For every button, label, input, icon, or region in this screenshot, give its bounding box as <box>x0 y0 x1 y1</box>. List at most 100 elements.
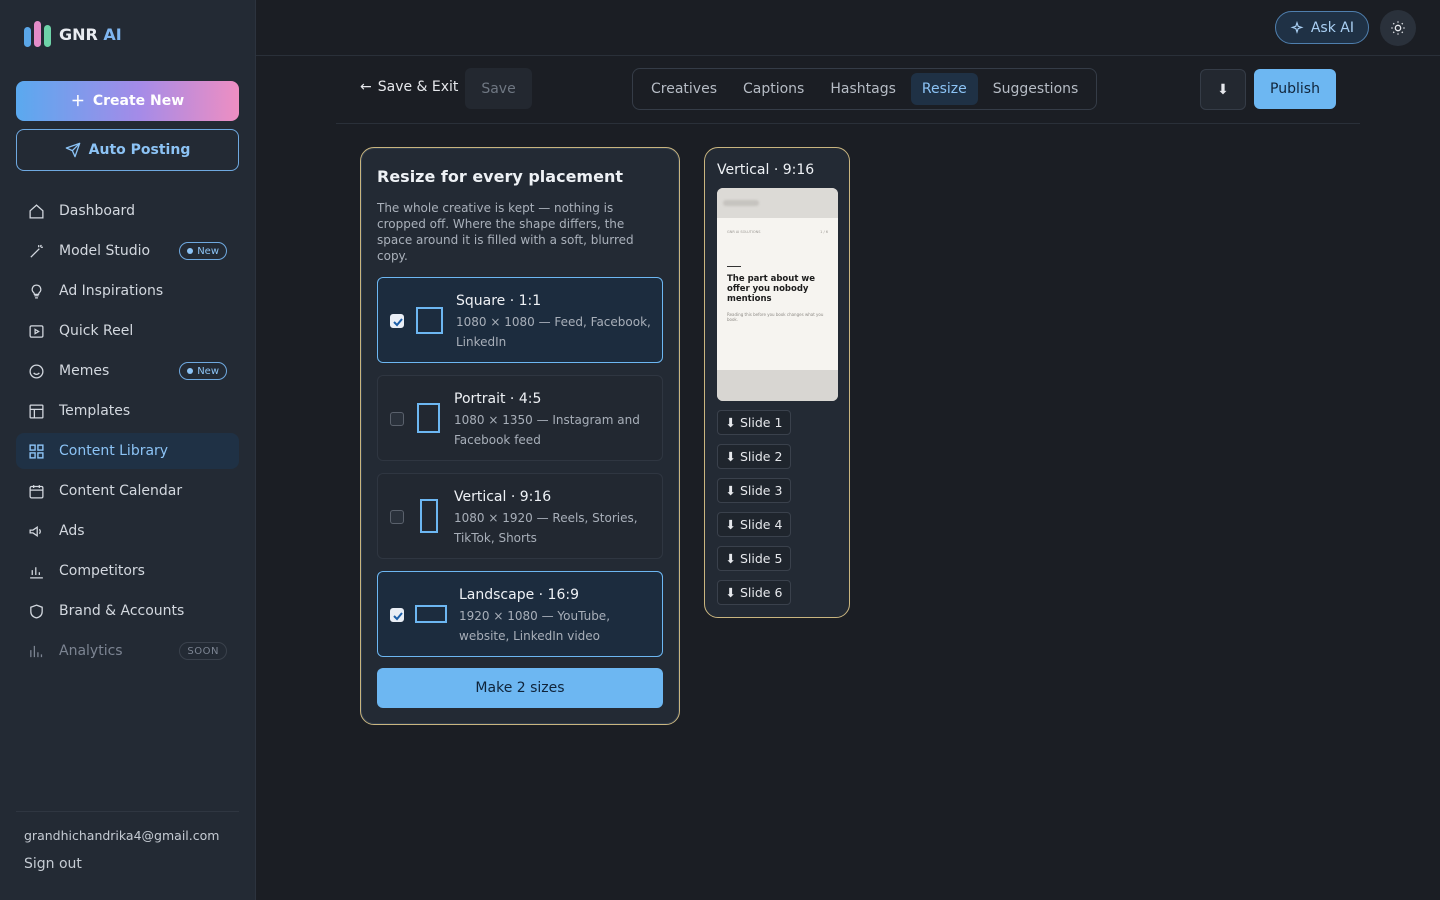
option-name: Landscape · 16:9 <box>459 587 579 603</box>
logo-icon <box>24 21 51 47</box>
sidebar-item-content-library[interactable]: Content Library <box>16 433 239 469</box>
checkbox[interactable] <box>390 510 404 524</box>
sidebar-item-templates[interactable]: Templates <box>16 393 239 429</box>
sidebar-item-label: Ad Inspirations <box>59 283 164 299</box>
new-badge: New <box>179 242 227 260</box>
make-sizes-button[interactable]: Make 2 sizes <box>377 668 663 708</box>
app-name: GNR AI <box>59 24 122 44</box>
thumb-heading: The part about we offer you nobody menti… <box>727 274 815 304</box>
sidebar-item-content-calendar[interactable]: Content Calendar <box>16 473 239 509</box>
sidebar-item-label: Content Library <box>59 443 169 459</box>
calendar-icon <box>29 484 44 499</box>
theme-toggle-button[interactable] <box>1380 10 1416 46</box>
tab-resize[interactable]: Resize <box>910 73 978 105</box>
save-exit-button[interactable]: ← Save & Exit <box>360 79 458 95</box>
download-slide-1-button[interactable]: ⬇ Slide 1 <box>717 410 791 435</box>
sidebar-item-label: Quick Reel <box>59 323 134 339</box>
app-logo[interactable]: GNR AI <box>24 21 122 47</box>
option-detail: 1080 × 1080 — Feed, Facebook, LinkedIn <box>456 315 651 349</box>
size-option-landscape[interactable]: Landscape · 16:9 1920 × 1080 — YouTube, … <box>377 571 663 657</box>
download-slide-2-button[interactable]: ⬇ Slide 2 <box>717 444 791 469</box>
checkbox[interactable] <box>390 314 404 328</box>
auto-posting-button[interactable]: Auto Posting <box>16 129 239 171</box>
tab-suggestions[interactable]: Suggestions <box>982 73 1090 105</box>
vertical-preview-card: Vertical · 9:16 GNR AI SOLUTIONS 1 / 6 T… <box>704 147 850 618</box>
sidebar-item-ad-inspirations[interactable]: Ad Inspirations <box>16 273 239 309</box>
save-exit-label: Save & Exit <box>377 79 459 95</box>
sidebar-item-analytics[interactable]: Analytics SOON <box>16 633 239 669</box>
sidebar-item-memes[interactable]: Memes New <box>16 353 239 389</box>
thumb-blur-bottom <box>717 370 838 401</box>
download-slide-5-button[interactable]: ⬇ Slide 5 <box>717 546 791 571</box>
download-slide-6-button[interactable]: ⬇ Slide 6 <box>717 580 791 605</box>
vertical-shape-icon <box>420 499 438 533</box>
size-option-vertical[interactable]: Vertical · 9:16 1080 × 1920 — Reels, Sto… <box>377 473 663 559</box>
sidebar-item-brand-accounts[interactable]: Brand & Accounts <box>16 593 239 629</box>
thumb-meta-right: 1 / 6 <box>820 230 828 234</box>
thumb-slide: GNR AI SOLUTIONS 1 / 6 The part about we… <box>717 218 838 370</box>
download-slide-3-button[interactable]: ⬇ Slide 3 <box>717 478 791 503</box>
sidebar-item-label: Brand & Accounts <box>59 603 185 619</box>
download-button[interactable]: ⬇ <box>1200 69 1246 110</box>
lightbulb-icon <box>31 283 42 299</box>
square-shape-icon <box>416 307 443 334</box>
thumb-rule <box>727 266 741 267</box>
download-slide-4-button[interactable]: ⬇ Slide 4 <box>717 512 791 537</box>
create-new-button[interactable]: ＋ Create New <box>16 81 239 121</box>
option-name: Portrait · 4:5 <box>454 391 542 407</box>
thumb-body: Reading this before you book changes wha… <box>727 312 824 322</box>
tab-captions[interactable]: Captions <box>732 73 815 105</box>
sidebar-item-ads[interactable]: Ads <box>16 513 239 549</box>
size-option-square[interactable]: Square · 1:1 1080 × 1080 — Feed, Faceboo… <box>377 277 663 363</box>
sidebar: GNR AI ＋ Create New Auto Posting Dashboa… <box>0 0 256 900</box>
sidebar-item-quick-reel[interactable]: Quick Reel <box>16 313 239 349</box>
tab-creatives[interactable]: Creatives <box>640 73 728 105</box>
thumb-meta-left: GNR AI SOLUTIONS <box>727 230 761 234</box>
sidebar-item-label: Analytics <box>59 643 123 659</box>
sidebar-item-competitors[interactable]: Competitors <box>16 553 239 589</box>
ask-ai-button[interactable]: Ask AI <box>1274 11 1369 44</box>
editor-toolbar: ← Save & Exit Save Creatives Captions Ha… <box>336 68 1360 124</box>
preview-title: Vertical · 9:16 <box>717 162 815 178</box>
sidebar-item-label: Competitors <box>59 563 145 579</box>
sparkle-icon <box>1290 20 1304 34</box>
sidebar-item-label: Memes <box>59 363 110 379</box>
analytics-icon <box>30 645 43 657</box>
sidebar-item-label: Ads <box>59 523 85 539</box>
new-badge: New <box>179 362 227 380</box>
download-icon: ⬇ <box>1217 81 1229 98</box>
wand-icon <box>30 244 43 258</box>
panel-description: The whole creative is kept — nothing is … <box>377 201 634 263</box>
user-email: grandhichandrika4@gmail.com <box>24 828 220 843</box>
sidebar-nav: Dashboard Model Studio New Ad Inspiratio… <box>16 193 239 673</box>
bar-chart-icon <box>30 566 43 579</box>
option-detail: 1920 × 1080 — YouTube, website, LinkedIn… <box>459 609 611 643</box>
create-new-label: Create New <box>92 93 185 109</box>
option-name: Square · 1:1 <box>456 293 542 309</box>
preview-thumbnail[interactable]: GNR AI SOLUTIONS 1 / 6 The part about we… <box>717 188 838 401</box>
top-bar: Ask AI <box>256 0 1440 56</box>
landscape-shape-icon <box>415 605 447 623</box>
option-detail: 1080 × 1350 — Instagram and Facebook fee… <box>454 413 640 447</box>
editor-tabs: Creatives Captions Hashtags Resize Sugge… <box>632 68 1098 110</box>
tab-hashtags[interactable]: Hashtags <box>819 73 907 105</box>
arrow-left-icon: ← <box>360 79 372 95</box>
sign-out-link[interactable]: Sign out <box>24 856 82 872</box>
save-button[interactable]: Save <box>465 68 532 109</box>
size-option-portrait[interactable]: Portrait · 4:5 1080 × 1350 — Instagram a… <box>377 375 663 461</box>
option-detail: 1080 × 1920 — Reels, Stories, TikTok, Sh… <box>454 511 638 545</box>
sidebar-item-dashboard[interactable]: Dashboard <box>16 193 239 229</box>
publish-button[interactable]: Publish <box>1254 69 1336 109</box>
sidebar-item-model-studio[interactable]: Model Studio New <box>16 233 239 269</box>
sidebar-item-label: Templates <box>59 403 131 419</box>
plus-icon: ＋ <box>70 94 85 110</box>
soon-badge: SOON <box>179 642 227 660</box>
auto-posting-label: Auto Posting <box>88 142 191 158</box>
checkbox[interactable] <box>390 608 404 622</box>
panel-title: Resize for every placement <box>377 167 623 186</box>
ask-ai-label: Ask AI <box>1310 19 1354 36</box>
sidebar-divider <box>16 811 239 812</box>
checkbox[interactable] <box>390 412 404 426</box>
sun-icon <box>1391 21 1405 35</box>
resize-panel: Resize for every placement The whole cre… <box>360 147 680 725</box>
